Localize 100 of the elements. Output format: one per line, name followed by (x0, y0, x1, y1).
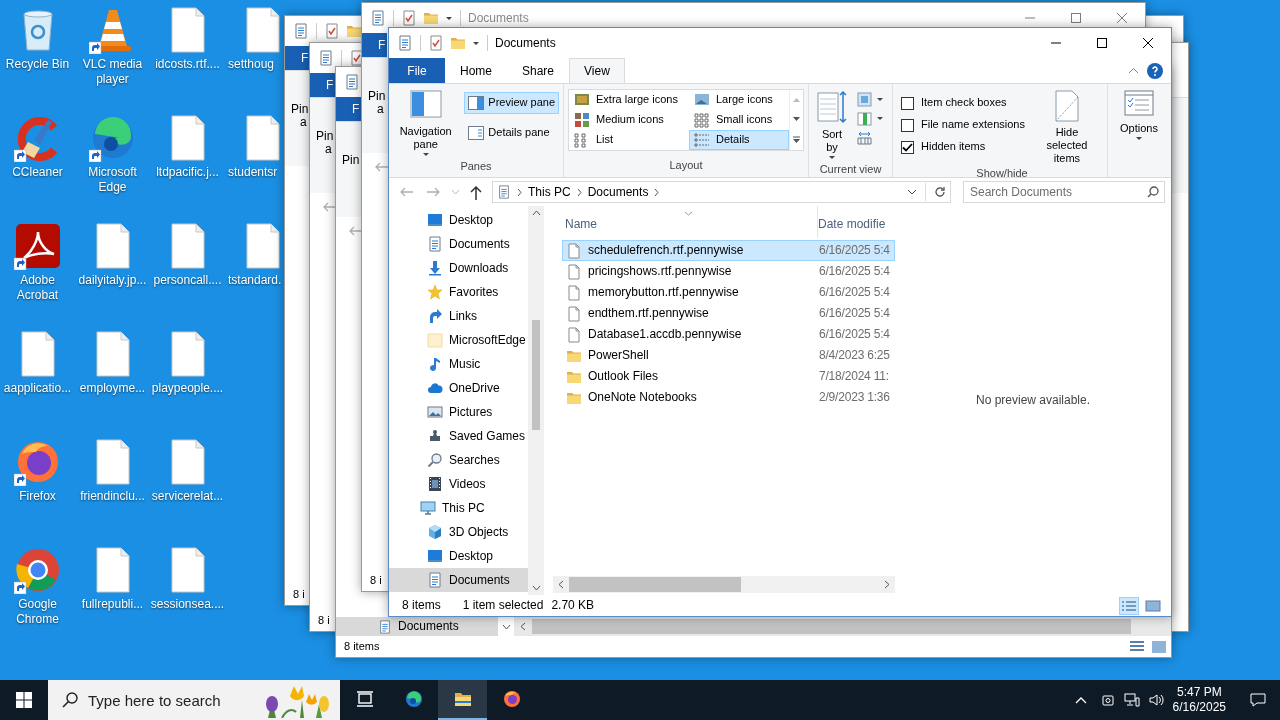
status-text: 8 items (344, 639, 380, 654)
status-text: 8 i (370, 573, 382, 588)
checkbox-label: Hidden items (921, 140, 986, 154)
ribbon-tab[interactable]: Share (507, 58, 570, 83)
layout-option[interactable]: Large icons (689, 90, 789, 110)
file-tab[interactable]: F (285, 46, 310, 70)
file-name: pricingshows.rtf.pennywise (588, 264, 732, 279)
layout-option[interactable]: Medium icons (569, 110, 689, 130)
file-name: PowerShell (588, 348, 649, 363)
date-cell: 6/16/2025 5:4 (819, 327, 890, 342)
file-row[interactable]: Outlook Files 7/18/2024 11: (562, 366, 895, 387)
ribbon-label: Pin (316, 130, 334, 143)
icon-label: playpeople.... (151, 381, 224, 396)
file-row[interactable]: PowerShell 8/4/2023 6:25 (562, 345, 895, 366)
icon-label: Recycle Bin (5, 57, 70, 72)
ribbon-label: a (299, 116, 307, 129)
date-cell: 2/9/2023 1:36 (819, 390, 890, 405)
file-name: memorybutton.rtf.pennywise (588, 285, 739, 300)
icon-label: friendinclu... (80, 489, 145, 504)
layout-option[interactable]: List (569, 130, 689, 150)
icon-label: dailyitaly.jp... (78, 273, 147, 288)
nav-item[interactable]: Desktop (389, 544, 528, 568)
options-button[interactable]: Options (1112, 88, 1166, 144)
file-name: Outlook Files (588, 369, 659, 384)
layout-option[interactable]: Small icons (689, 110, 789, 130)
icon-label: fullrepubli... (81, 597, 144, 612)
group-label: Current view (818, 163, 883, 177)
pane-button[interactable]: Preview pane (464, 92, 559, 114)
nav-item[interactable]: Pictures (389, 400, 528, 424)
hide-selected-button[interactable]: Hide selected items (1030, 88, 1103, 167)
window-title: Documents (468, 10, 529, 26)
nav-item[interactable]: Documents (336, 617, 498, 636)
file-row[interactable]: OneNote Notebooks 2/9/2023 1:36 (562, 387, 895, 408)
icon-label: servicerelat... (151, 489, 224, 504)
status-text: 8 i (318, 613, 330, 628)
nav-item[interactable]: Music (389, 352, 528, 376)
nav-item[interactable]: MicrosoftEdge (389, 328, 528, 352)
file-tab[interactable]: File (389, 58, 445, 83)
checkbox-label: File name extensions (921, 118, 1025, 132)
file-name: Database1.accdb.pennywise (588, 327, 742, 342)
status-text: 8 items (402, 598, 441, 613)
nav-item[interactable]: Videos (389, 472, 528, 496)
icon-label: aapplicatio... (3, 381, 72, 396)
ribbon-label: Pin (342, 154, 360, 167)
breadcrumb-link[interactable]: Documents (587, 184, 649, 200)
icon-label: setthoug (228, 57, 275, 72)
status-text: 8 i (293, 587, 305, 602)
icon-label: Microsoft Edge (87, 165, 138, 195)
ribbon-tab[interactable]: View (569, 58, 625, 83)
nav-item[interactable]: Desktop (389, 208, 528, 232)
navigation-pane-button[interactable]: Navigation pane (393, 88, 459, 160)
file-tab[interactable]: F (362, 33, 387, 57)
address-bar[interactable]: This PC Documents (492, 181, 951, 203)
date-cell: 7/18/2024 11: (819, 369, 889, 384)
clock[interactable]: 5:47 PM 6/16/2025 (1172, 685, 1226, 715)
file-row[interactable]: schedulefrench.rtf.pennywise 6/16/2025 5:4 (562, 240, 895, 261)
column-header[interactable]: Name (565, 216, 818, 231)
nav-item[interactable]: Downloads (389, 256, 528, 280)
nav-item[interactable]: This PC (389, 496, 528, 520)
file-name: schedulefrench.rtf.pennywise (588, 243, 744, 258)
nav-item[interactable]: Favorites (389, 280, 528, 304)
nav-item[interactable]: 3D Objects (389, 520, 528, 544)
icon-label: sessionsea.... (150, 597, 225, 612)
nav-item[interactable]: Documents (389, 232, 528, 256)
icon-label: Firefox (19, 489, 56, 504)
date-cell: 6/16/2025 5:4 (819, 243, 890, 258)
column-header[interactable]: Date modifie (818, 216, 886, 231)
nav-item[interactable]: Links (389, 304, 528, 328)
icon-label: VLC media player (81, 57, 144, 87)
preview-message: No preview available. (975, 393, 1091, 408)
file-tab[interactable]: F (336, 97, 361, 121)
date-cell: 6/16/2025 5:4 (819, 306, 890, 321)
search-field[interactable]: Search Documents (963, 181, 1165, 203)
sort-by-button[interactable]: Sort by (813, 88, 851, 163)
nav-item[interactable]: Documents (389, 568, 528, 592)
file-tab[interactable]: F (310, 73, 335, 97)
icon-label: Google Chrome (15, 597, 60, 627)
search-field[interactable]: Type here to search (48, 680, 340, 720)
file-row[interactable]: memorybutton.rtf.pennywise 6/16/2025 5:4 (562, 282, 895, 303)
file-row[interactable]: Database1.accdb.pennywise 6/16/2025 5:4 (562, 324, 895, 345)
window-title: Documents (495, 35, 556, 51)
nav-item[interactable]: Saved Games (389, 424, 528, 448)
status-text: 1 item selected (462, 598, 544, 613)
group-label: Panes (459, 160, 493, 174)
file-row[interactable]: endthem.rtf.pennywise 6/16/2025 5:4 (562, 303, 895, 324)
nav-item[interactable]: Searches (389, 448, 528, 472)
icon-label: Adobe Acrobat (15, 273, 60, 303)
status-text: 2.70 KB (551, 598, 595, 613)
layout-option[interactable]: Extra large icons (569, 90, 689, 110)
pane-button[interactable]: Details pane (464, 122, 559, 144)
nav-item[interactable]: OneDrive (389, 376, 528, 400)
file-row[interactable]: pricingshows.rtf.pennywise 6/16/2025 5:4 (562, 261, 895, 282)
breadcrumb-link[interactable]: This PC (528, 184, 571, 200)
checkbox-label: Item check boxes (921, 96, 1007, 110)
ribbon-label: a (376, 103, 384, 116)
ribbon-tab[interactable]: Home (445, 58, 507, 83)
ribbon-label: Pin (368, 90, 386, 103)
icon-label: studentsr (228, 165, 278, 180)
layout-option[interactable]: Details (689, 130, 789, 150)
file-name: OneNote Notebooks (588, 390, 697, 405)
